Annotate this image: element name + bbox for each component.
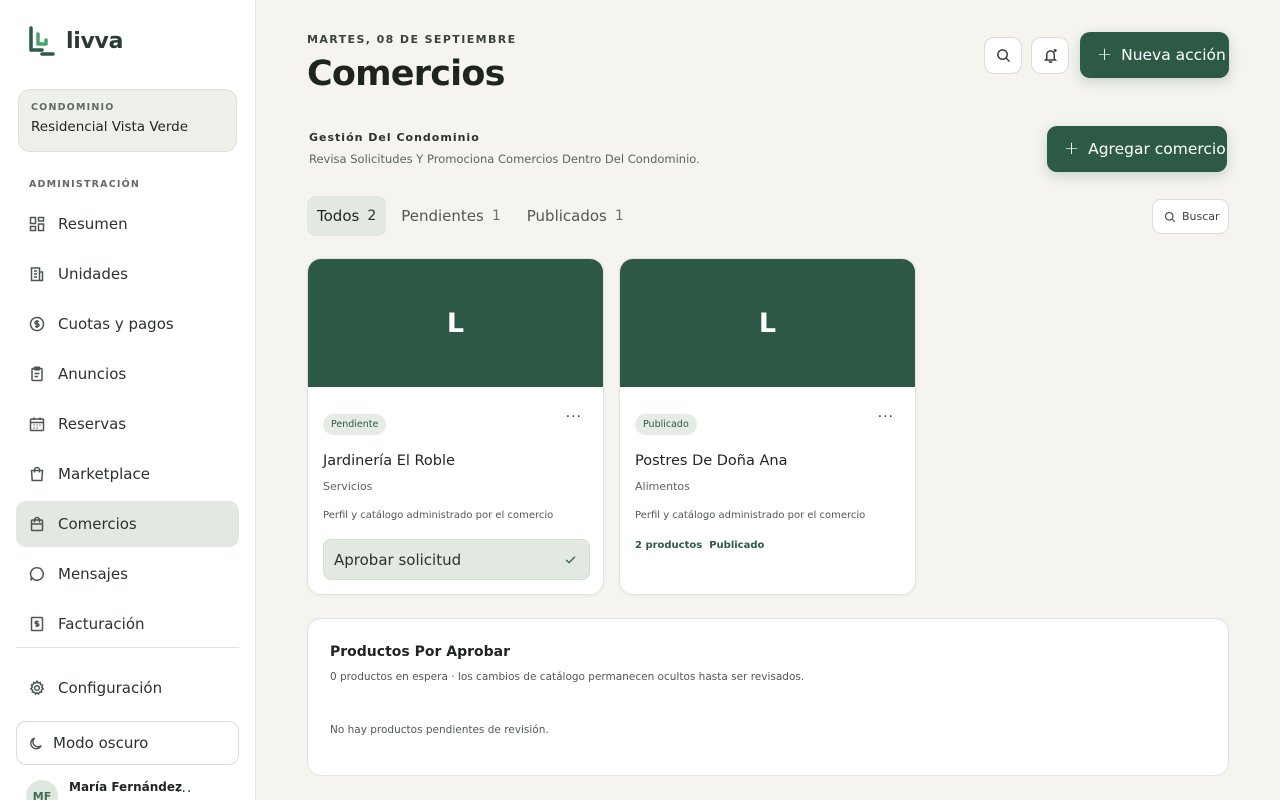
new-action-label: Nueva acción [1121, 46, 1226, 64]
search-icon [1164, 211, 1176, 222]
section-label-admin: ADMINISTRACIÓN [29, 179, 141, 190]
plus-icon: + [1064, 138, 1080, 159]
sidebar: livva CONDOMINIO Residencial Vista Verde… [0, 0, 256, 800]
receipt-icon [30, 616, 44, 632]
status-badge: Pendiente [323, 414, 387, 435]
tab-count: 1 [491, 208, 501, 224]
check-icon [565, 556, 576, 564]
business-card[interactable]: L Pendiente ··· Jardinería El Roble Serv… [307, 258, 604, 595]
sidebar-item-label: Marketplace [58, 465, 150, 483]
tab-label: Pendientes [401, 207, 484, 225]
sidebar-item-label: Reservas [58, 415, 127, 433]
notifications-button[interactable] [1031, 37, 1069, 74]
approve-label: Aprobar solicitud [334, 550, 462, 569]
condominium-name: Residencial Vista Verde [31, 119, 189, 135]
dark-mode-toggle[interactable]: Modo oscuro [16, 721, 239, 765]
business-initial: L [758, 307, 777, 339]
business-category: Servicios [323, 480, 373, 493]
business-name: Jardinería El Roble [323, 453, 455, 469]
moon-icon [30, 736, 42, 749]
filter-tabs: Todos 2 Pendientes 1 Publicados 1 [307, 196, 634, 236]
business-card[interactable]: L Publicado ··· Postres De Doña Ana Alim… [619, 258, 916, 595]
bell-icon [1043, 48, 1057, 63]
logo[interactable]: livva [28, 26, 123, 56]
tab-publicados[interactable]: Publicados 1 [517, 196, 634, 236]
date-label: MARTES, 08 DE SEPTIEMBRE [307, 33, 517, 46]
business-description: Perfil y catálogo administrado por el co… [635, 510, 866, 521]
tab-label: Publicados [526, 207, 607, 225]
more-options-icon[interactable]: ··· [566, 409, 582, 425]
condominium-selector[interactable]: CONDOMINIO Residencial Vista Verde [18, 89, 237, 152]
livva-logo-icon [29, 26, 55, 56]
search-label: Buscar [1182, 210, 1220, 223]
tab-label: Todos [317, 207, 360, 225]
status-badge: Publicado [635, 414, 697, 435]
approve-request-button[interactable]: Aprobar solicitud [323, 539, 590, 580]
business-initial: L [446, 307, 465, 339]
tab-todos[interactable]: Todos 2 [307, 196, 387, 236]
clipboard-icon [31, 366, 43, 382]
published-label: Publicado [709, 540, 765, 551]
sidebar-item-label: Mensajes [58, 565, 128, 583]
sidebar-item-comercios[interactable]: Comercios [16, 501, 239, 547]
search-businesses-button[interactable]: Buscar [1152, 199, 1229, 234]
sidebar-item-label: Unidades [58, 265, 128, 283]
sidebar-item-facturacion[interactable]: Facturación [16, 601, 239, 647]
business-banner: L [620, 259, 915, 387]
chat-icon [29, 567, 44, 581]
more-options-icon[interactable]: ··· [878, 409, 894, 425]
tab-count: 1 [614, 208, 624, 224]
sidebar-item-reservas[interactable]: Reservas [16, 401, 239, 447]
user-profile[interactable]: MF María Fernández ··· [26, 778, 226, 800]
management-description: Revisa Solicitudes Y Promociona Comercio… [309, 152, 700, 166]
app-name: livva [66, 28, 124, 54]
sidebar-item-marketplace[interactable]: Marketplace [16, 451, 239, 497]
sidebar-item-cuotas[interactable]: Cuotas y pagos [16, 301, 239, 347]
plus-icon: + [1097, 44, 1113, 65]
business-banner: L [308, 259, 603, 387]
dollar-circle-icon [29, 316, 45, 332]
sidebar-item-anuncios[interactable]: Anuncios [16, 351, 239, 397]
avatar: MF [26, 780, 58, 800]
sidebar-divider [16, 647, 239, 648]
calendar-icon [29, 417, 45, 432]
user-name: María Fernández [69, 780, 183, 794]
sidebar-item-label: Configuración [58, 679, 163, 697]
product-count: 2 productos [635, 540, 703, 551]
sidebar-item-unidades[interactable]: Unidades [16, 251, 239, 297]
dark-mode-label: Modo oscuro [53, 734, 149, 752]
page-title: Comercios [307, 54, 505, 94]
store-bag-icon [30, 516, 44, 532]
gear-icon [29, 680, 45, 696]
empty-state: No hay productos pendientes de revisión. [330, 724, 549, 736]
sidebar-item-label: Facturación [58, 615, 145, 633]
panel-subtitle: 0 productos en espera · los cambios de c… [330, 671, 805, 683]
sidebar-item-label: Anuncios [58, 365, 127, 383]
building-icon [30, 267, 44, 282]
sidebar-item-label: Comercios [58, 515, 137, 533]
sidebar-item-resumen[interactable]: Resumen [16, 201, 239, 247]
user-menu-icon[interactable]: ··· [176, 784, 192, 800]
condominium-label: CONDOMINIO [31, 102, 115, 113]
sidebar-item-configuracion[interactable]: Configuración [16, 665, 239, 711]
search-button[interactable] [984, 37, 1022, 74]
search-icon [996, 49, 1010, 63]
sidebar-item-label: Resumen [58, 215, 128, 233]
sidebar-item-mensajes[interactable]: Mensajes [16, 551, 239, 597]
business-description: Perfil y catálogo administrado por el co… [323, 510, 554, 521]
business-meta: 2 productos Publicado [635, 540, 764, 551]
grid-icon [29, 216, 45, 232]
management-title: Gestión Del Condominio [309, 131, 480, 144]
add-business-button[interactable]: + Agregar comercio [1047, 126, 1227, 172]
tab-count: 2 [367, 208, 377, 224]
tab-pendientes[interactable]: Pendientes 1 [391, 196, 511, 236]
add-business-label: Agregar comercio [1088, 140, 1226, 158]
products-pending-panel: Productos Por Aprobar 0 productos en esp… [307, 618, 1229, 776]
business-category: Alimentos [635, 480, 690, 493]
panel-title: Productos Por Aprobar [330, 644, 510, 660]
new-action-button[interactable]: + Nueva acción [1080, 32, 1229, 78]
shopping-bag-icon [30, 466, 44, 482]
business-name: Postres De Doña Ana [635, 453, 788, 469]
sidebar-item-label: Cuotas y pagos [58, 315, 174, 333]
